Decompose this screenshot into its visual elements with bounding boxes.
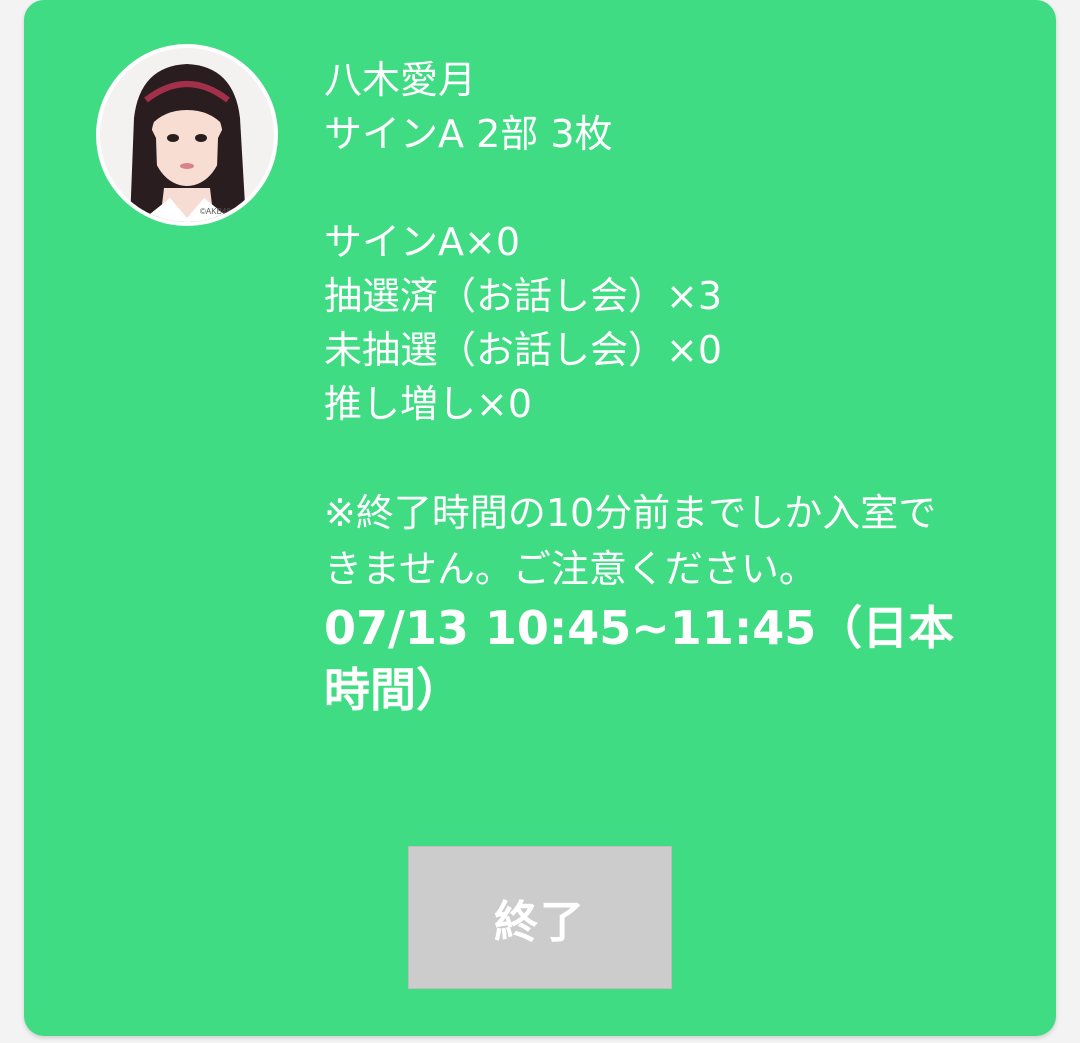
count-line: 推し増し×0 (324, 382, 533, 426)
avatar: ©AKB48 (96, 44, 278, 226)
end-button[interactable]: 終了 (408, 846, 672, 989)
member-name: 八木愛月 (324, 58, 477, 102)
count-line: 未抽選（お話し会）×0 (324, 328, 723, 372)
count-line: サインA×0 (324, 220, 521, 264)
count-line: 抽選済（お話し会）×3 (324, 274, 723, 318)
event-time: 07/13 10:45~11:45（日本時間） (324, 601, 955, 717)
event-card: ©AKB48 八木愛月 サインA 2部 3枚 サインA×0 抽選済（お話し会）×… (24, 0, 1056, 1036)
member-portrait-icon: ©AKB48 (100, 48, 274, 222)
photo-credit: ©AKB48 (200, 207, 231, 216)
entry-notice: ※終了時間の10分前までしか入室できません。ご注意ください。 (324, 491, 937, 591)
event-info: 八木愛月 サインA 2部 3枚 サインA×0 抽選済（お話し会）×3 未抽選（お… (324, 53, 964, 721)
ticket-summary: サインA 2部 3枚 (324, 112, 613, 156)
